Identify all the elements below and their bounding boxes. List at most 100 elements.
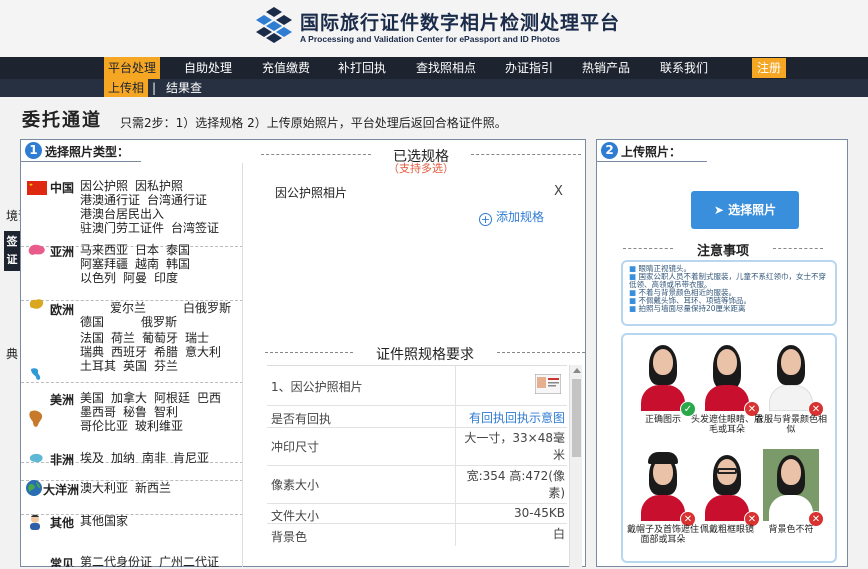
category-item[interactable]: 因私护照	[135, 179, 183, 193]
category-item[interactable]: 土耳其	[80, 359, 116, 373]
category-item[interactable]: 第二代身份证	[80, 555, 152, 567]
category-row-europe: 欧洲 爱尔兰 白俄罗斯德国 俄罗斯 法国 荷兰 葡萄牙 瑞士瑞典 西班牙 希腊 意大利土耳其 英国…	[21, 299, 242, 383]
category-item[interactable]: 德国	[50, 315, 104, 329]
subnav-item-result[interactable]: 结果查	[166, 79, 202, 97]
category-item[interactable]: 肯尼亚	[173, 451, 209, 465]
category-item[interactable]: 南非	[142, 451, 166, 465]
category-name[interactable]: 其他	[50, 514, 74, 531]
category-item[interactable]: 瑞士	[185, 331, 209, 345]
category-item[interactable]: 因公护照	[80, 179, 128, 193]
category-name[interactable]: 美洲	[50, 391, 74, 408]
category-item[interactable]: 加拿大	[111, 391, 147, 405]
category-item[interactable]: 其他国家	[80, 514, 128, 528]
nav-item-platform[interactable]: 平台处理	[104, 57, 161, 79]
category-item[interactable]: 葡萄牙	[142, 331, 178, 345]
category-item[interactable]: 阿塞拜疆	[80, 257, 128, 271]
category-item[interactable]: 秘鲁	[123, 405, 147, 419]
passport-sample-icon	[535, 374, 561, 394]
requirements-key: 像素大小	[271, 478, 320, 492]
category-item[interactable]: 韩国	[166, 257, 190, 271]
scroll-up-icon[interactable]	[573, 368, 581, 373]
category-item[interactable]: 港澳通行证	[80, 193, 140, 207]
glasses-icon	[717, 468, 737, 474]
category-items: 美国 加拿大 阿根廷 巴西墨西哥 秘鲁 智利哥伦比亚 玻利维亚	[80, 391, 240, 433]
register-button[interactable]: 注册	[752, 58, 787, 78]
category-item[interactable]: 智利	[154, 405, 178, 419]
category-item[interactable]: 印度	[154, 271, 178, 285]
choose-photo-button[interactable]: ➤ 选择照片	[691, 191, 799, 229]
category-item[interactable]: 玻利维亚	[135, 419, 183, 433]
category-item[interactable]: 白俄罗斯	[153, 301, 231, 315]
africa-map-icon	[29, 410, 43, 427]
example-photo-glasses: ✕	[699, 449, 760, 527]
category-item[interactable]: 埃及	[80, 451, 104, 465]
category-items: 第二代身份证 广州二代证	[80, 555, 240, 567]
china-flag-icon	[27, 181, 47, 195]
subnav-item-upload[interactable]: 上传相	[104, 79, 149, 97]
step2-header: 2 上传照片：	[597, 140, 707, 162]
category-item[interactable]: 美国	[80, 391, 104, 405]
requirements-key: 冲印尺寸	[271, 440, 320, 454]
add-spec-button[interactable]: + 添加规格	[479, 208, 544, 226]
asia-map-icon	[28, 244, 45, 255]
category-item[interactable]: 以色列	[80, 271, 116, 285]
category-item[interactable]: 意大利	[185, 345, 221, 359]
category-name[interactable]: 亚洲	[50, 243, 74, 260]
nav-item-guide[interactable]: 办证指引	[505, 57, 553, 79]
category-item[interactable]: 阿曼	[123, 271, 147, 285]
main-nav: 平台处理 自助处理 充值缴费 补打回执 查找照相点 办证指引 热销产品 联系我们…	[0, 57, 868, 79]
notice-item: 拍照与墙面尽量保持20厘米距离	[629, 305, 829, 313]
requirements-table: 1、因公护照相片 是否有回执 有回执回执示意图 冲印尺寸 大一寸，33×48毫米…	[267, 365, 567, 567]
category-item[interactable]: 澳大利亚	[80, 481, 128, 495]
category-item[interactable]: 台湾通行证	[147, 193, 207, 207]
nav-item-find-studio[interactable]: 查找照相点	[416, 57, 476, 79]
remove-spec-button[interactable]: X	[554, 184, 563, 199]
category-name[interactable]: 常见	[50, 555, 74, 567]
subnav-separator: |	[152, 81, 157, 95]
nav-item-recharge[interactable]: 充值缴费	[262, 57, 310, 79]
category-name[interactable]: 中国	[50, 179, 74, 196]
site-subtitle: A Processing and Validation Center for e…	[300, 34, 560, 44]
category-item[interactable]: 瑞典	[80, 345, 104, 359]
scroll-thumb[interactable]	[572, 379, 581, 457]
nav-item-self-service[interactable]: 自助处理	[184, 57, 232, 79]
requirements-scrollbar[interactable]	[569, 365, 582, 567]
nav-item-products[interactable]: 热销产品	[582, 57, 630, 79]
category-item[interactable]: 日本	[135, 243, 159, 257]
category-item[interactable]: 驻澳门劳工证件	[80, 221, 164, 235]
category-item[interactable]: 墨西哥	[80, 405, 116, 419]
category-item[interactable]: 新西兰	[135, 481, 171, 495]
nav-item-contact[interactable]: 联系我们	[660, 57, 708, 79]
requirements-row: 冲印尺寸 大一寸，33×48毫米	[267, 428, 567, 466]
category-item[interactable]: 加纳	[111, 451, 135, 465]
category-item[interactable]: 广州二代证	[159, 555, 219, 567]
category-name[interactable]: 非洲	[50, 451, 74, 468]
cursor-icon: ➤	[713, 203, 724, 217]
category-item[interactable]: 马来西亚	[80, 243, 128, 257]
category-item[interactable]: 台湾签证	[171, 221, 219, 235]
category-item[interactable]: 哥伦比亚	[80, 419, 128, 433]
category-item[interactable]: 港澳台居民出入	[80, 207, 164, 221]
category-item[interactable]: 阿根廷	[154, 391, 190, 405]
notice-item: 国家公职人员不着制式服装，儿童不系红领巾，女士不穿低领、高领或吊带衣服。	[629, 273, 829, 289]
category-item[interactable]: 法国	[80, 331, 104, 345]
nav-item-reprint[interactable]: 补打回执	[338, 57, 386, 79]
float-text-classic[interactable]: 典	[6, 345, 18, 362]
category-item[interactable]: 希腊	[154, 345, 178, 359]
float-tab-visa[interactable]: 签证	[4, 231, 20, 271]
category-item[interactable]: 越南	[135, 257, 159, 271]
row-separator	[455, 366, 456, 405]
category-item[interactable]: 俄罗斯	[111, 315, 177, 329]
category-items: 马来西亚 日本 泰国阿塞拜疆 越南 韩国以色列 阿曼 印度	[80, 243, 240, 285]
category-item[interactable]: 巴西	[197, 391, 221, 405]
category-item[interactable]: 爱尔兰	[80, 301, 146, 315]
receipt-link[interactable]: 有回执回执示意图	[455, 410, 565, 427]
category-item[interactable]: 西班牙	[111, 345, 147, 359]
sub-nav: 上传相 | 结果查	[0, 79, 868, 97]
category-name[interactable]: 大洋洲	[43, 481, 79, 498]
category-item[interactable]: 芬兰	[154, 359, 178, 373]
category-item[interactable]: 泰国	[166, 243, 190, 257]
category-item[interactable]: 荷兰	[111, 331, 135, 345]
selected-spec-hint: （支持多选）	[388, 162, 454, 175]
category-item[interactable]: 英国	[123, 359, 147, 373]
